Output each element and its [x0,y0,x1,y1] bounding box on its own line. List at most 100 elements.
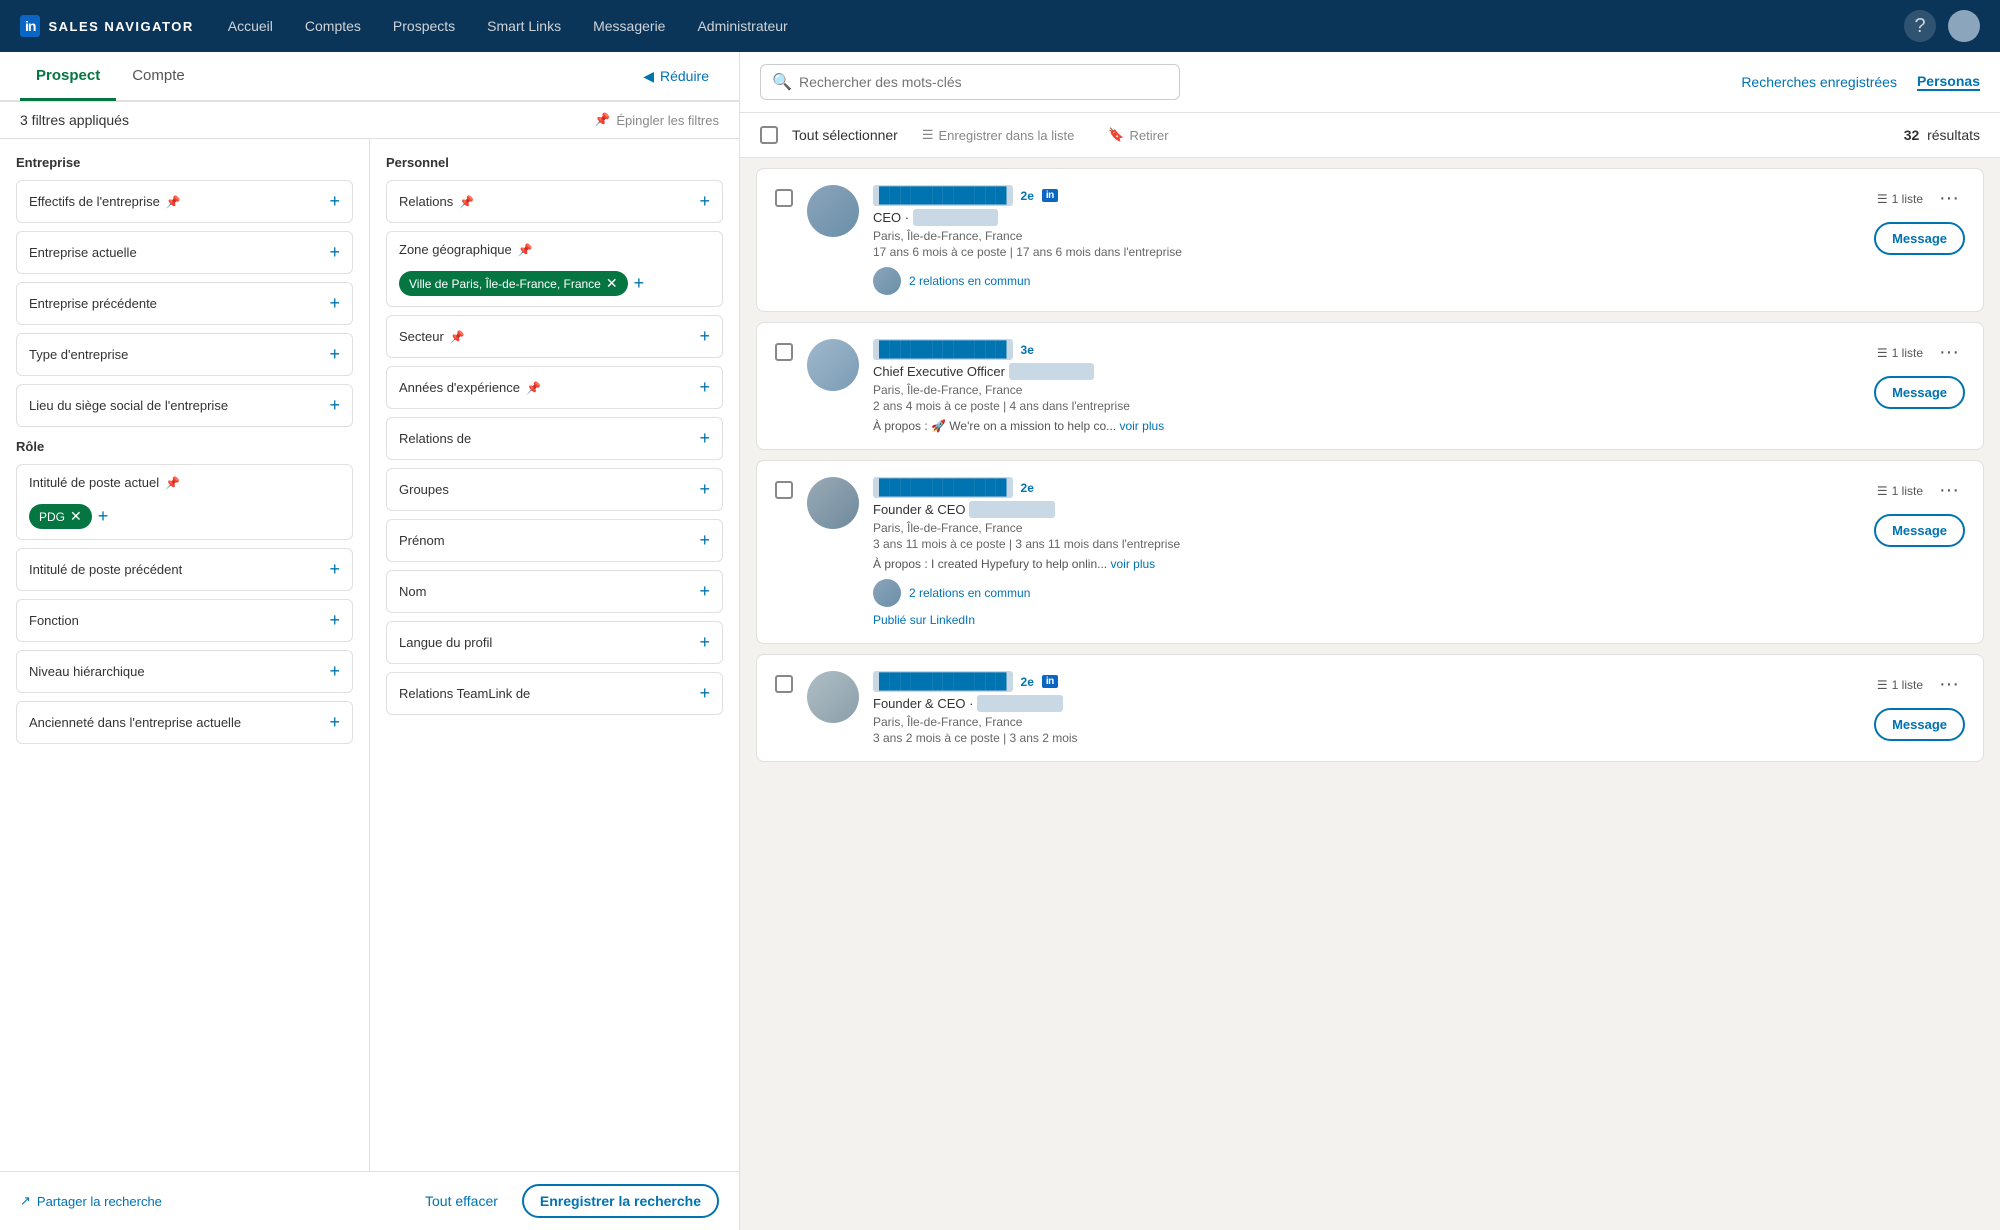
tab-prospect[interactable]: Prospect [20,53,116,101]
more-options-button[interactable]: ··· [1933,477,1965,504]
add-icon[interactable]: + [329,712,340,733]
nav-prospects[interactable]: Prospects [379,10,469,42]
relations-text[interactable]: 2 relations en commun [909,274,1030,288]
result-checkbox[interactable] [775,675,793,693]
voir-plus-link[interactable]: voir plus [1119,419,1164,433]
filter-relations-teamlink[interactable]: Relations TeamLink de + [386,672,723,715]
add-icon[interactable]: + [699,683,710,704]
filter-intitule-actuel[interactable]: Intitulé de poste actuel 📌 PDG ✕ + [16,464,353,540]
filter-entreprise-precedente[interactable]: Entreprise précédente + [16,282,353,325]
role-section-title: Rôle [16,439,353,454]
add-icon[interactable]: + [699,632,710,653]
result-checkbox[interactable] [775,343,793,361]
geo-tag-add-button[interactable]: + [634,273,645,294]
add-icon[interactable]: + [329,661,340,682]
relations-text[interactable]: 2 relations en commun [909,586,1030,600]
result-relations: 2 relations en commun [873,267,1860,295]
message-button[interactable]: Message [1874,376,1965,409]
result-avatar [807,477,859,529]
geo-tag-remove-icon[interactable]: ✕ [606,275,618,292]
add-icon[interactable]: + [699,428,710,449]
result-tenure: 2 ans 4 mois à ce poste | 4 ans dans l'e… [873,399,1860,413]
nav-comptes[interactable]: Comptes [291,10,375,42]
filter-groupes[interactable]: Groupes + [386,468,723,511]
add-icon[interactable]: + [329,242,340,263]
filter-annees-experience[interactable]: Années d'expérience 📌 + [386,366,723,409]
more-options-button[interactable]: ··· [1933,339,1965,366]
filter-entreprise-actuelle[interactable]: Entreprise actuelle + [16,231,353,274]
filter-relations[interactable]: Relations 📌 + [386,180,723,223]
help-icon[interactable]: ? [1904,10,1936,42]
nav-administrateur[interactable]: Administrateur [683,10,801,42]
add-icon[interactable]: + [329,610,340,631]
add-icon[interactable]: + [329,191,340,212]
clear-all-button[interactable]: Tout effacer [411,1184,512,1218]
add-icon[interactable]: + [699,530,710,551]
filter-relations-de[interactable]: Relations de + [386,417,723,460]
filter-lieu-siege[interactable]: Lieu du siège social de l'entreprise + [16,384,353,427]
add-icon[interactable]: + [329,344,340,365]
keyword-search-input[interactable] [760,64,1180,100]
filter-anciennete[interactable]: Ancienneté dans l'entreprise actuelle + [16,701,353,744]
select-all-checkbox[interactable] [760,126,778,144]
li-badge: in [1042,675,1058,688]
add-icon[interactable]: + [699,479,710,500]
liste-button[interactable]: ☰ 1 liste [1877,484,1923,498]
search-bar-area: 🔍 Recherches enregistrées Personas [740,52,2000,113]
add-icon[interactable]: + [699,581,710,602]
filter-prenom[interactable]: Prénom + [386,519,723,562]
tag-container: PDG ✕ + [17,500,352,539]
filter-langue-profil[interactable]: Langue du profil + [386,621,723,664]
user-avatar[interactable] [1948,10,1980,42]
liste-button[interactable]: ☰ 1 liste [1877,192,1923,206]
logo-area[interactable]: in SALES NAVIGATOR [20,15,194,37]
nav-accueil[interactable]: Accueil [214,10,287,42]
result-name-row: ████████████ 3e [873,339,1860,360]
add-icon[interactable]: + [329,559,340,580]
result-checkbox[interactable] [775,189,793,207]
result-name[interactable]: ████████████ [873,477,1013,498]
nav-smart-links[interactable]: Smart Links [473,10,575,42]
personas-link[interactable]: Personas [1917,73,1980,91]
message-button[interactable]: Message [1874,514,1965,547]
liste-button[interactable]: ☰ 1 liste [1877,678,1923,692]
filter-intitule-precedent[interactable]: Intitulé de poste précédent + [16,548,353,591]
result-checkbox[interactable] [775,481,793,499]
add-icon[interactable]: + [329,395,340,416]
result-tenure: 3 ans 11 mois à ce poste | 3 ans 11 mois… [873,537,1860,551]
save-list-button[interactable]: ☰ Enregistrer dans la liste [912,123,1085,147]
add-icon[interactable]: + [329,293,340,314]
filter-nom[interactable]: Nom + [386,570,723,613]
share-search-button[interactable]: ↗ Partager la recherche [20,1193,162,1209]
tag-add-button[interactable]: + [98,506,109,527]
filter-niveau-hierarchique[interactable]: Niveau hiérarchique + [16,650,353,693]
filter-fonction[interactable]: Fonction + [16,599,353,642]
add-icon[interactable]: + [699,326,710,347]
result-name[interactable]: ████████████ [873,671,1013,692]
voir-plus-link[interactable]: voir plus [1110,557,1155,571]
more-options-button[interactable]: ··· [1933,185,1965,212]
filter-type-entreprise[interactable]: Type d'entreprise + [16,333,353,376]
save-search-button[interactable]: Enregistrer la recherche [522,1184,719,1218]
message-button[interactable]: Message [1874,708,1965,741]
retire-button[interactable]: 🔖 Retirer [1098,123,1178,147]
pin-filters-button[interactable]: 📌 Épingler les filtres [594,112,719,128]
message-button[interactable]: Message [1874,222,1965,255]
filter-zone-geo[interactable]: Zone géographique 📌 Ville de Paris, Île-… [386,231,723,307]
saved-searches-link[interactable]: Recherches enregistrées [1741,74,1897,90]
tab-compte[interactable]: Compte [116,53,201,101]
filter-effectifs[interactable]: Effectifs de l'entreprise 📌 + [16,180,353,223]
result-name[interactable]: ████████████ [873,185,1013,206]
reduce-button[interactable]: ◀ Réduire [633,62,719,91]
relation-avatar [873,579,901,607]
add-icon[interactable]: + [699,191,710,212]
search-links: Recherches enregistrées Personas [1741,73,1980,91]
result-about: À propos : 🚀 We're on a mission to help … [873,419,1860,433]
add-icon[interactable]: + [699,377,710,398]
more-options-button[interactable]: ··· [1933,671,1965,698]
result-name[interactable]: ████████████ [873,339,1013,360]
filter-secteur[interactable]: Secteur 📌 + [386,315,723,358]
nav-messagerie[interactable]: Messagerie [579,10,679,42]
liste-button[interactable]: ☰ 1 liste [1877,346,1923,360]
tag-remove-icon[interactable]: ✕ [70,508,82,525]
